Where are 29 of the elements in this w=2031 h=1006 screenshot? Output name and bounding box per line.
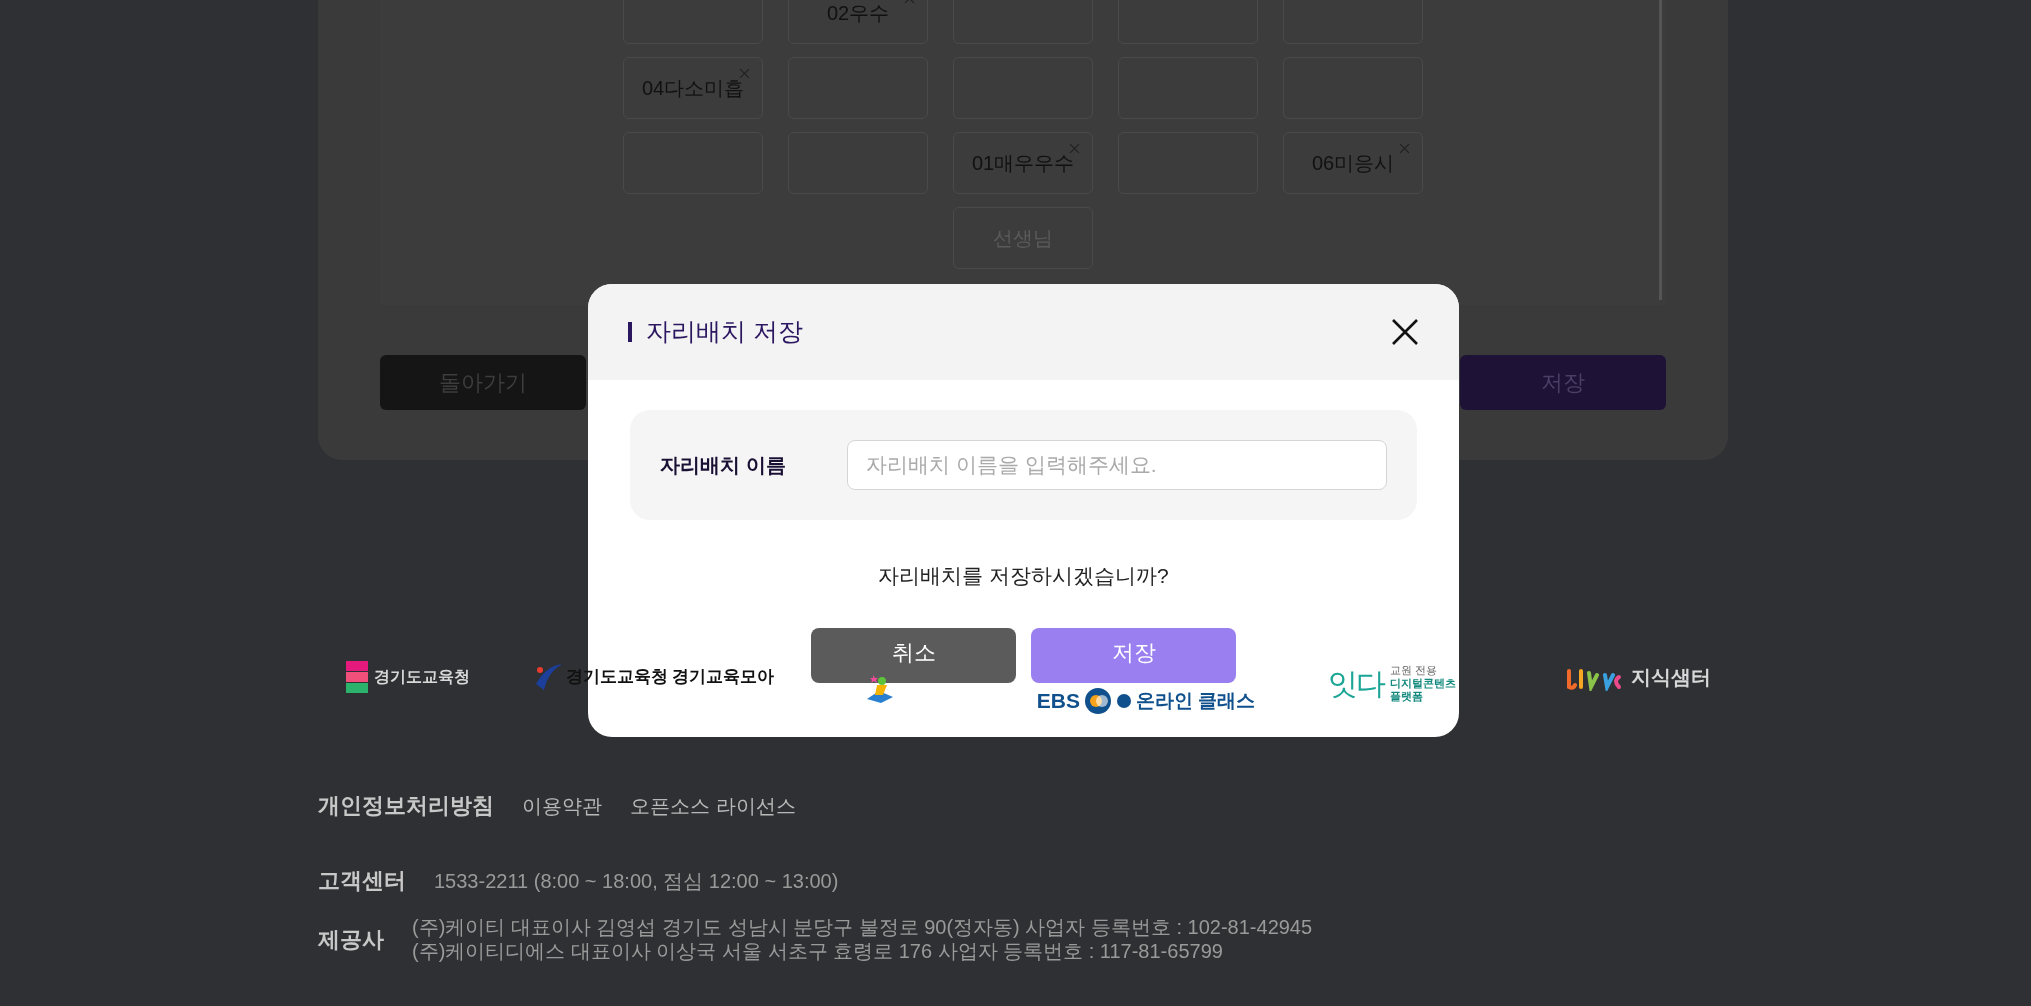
logo-text: 플랫폼 bbox=[1390, 690, 1424, 704]
confirm-button[interactable]: 저장 bbox=[1031, 627, 1236, 683]
dialog-title: 자리배치 저장 bbox=[646, 316, 803, 348]
cancel-button[interactable]: 취소 bbox=[811, 627, 1016, 683]
confirm-message: 자리배치를 저장하시겠습니까? bbox=[877, 563, 1170, 589]
logo-text: 잇다 bbox=[1328, 666, 1384, 703]
remove-icon[interactable] bbox=[739, 68, 750, 79]
provider-info: (주)케이티 대표이사 김영섭 경기도 성남시 분당구 불정로 90(정자동) 사업자 등록번호 : 102-81-42945 bbox=[412, 915, 1313, 939]
footer-link[interactable]: 개인정보처리방침 bbox=[318, 789, 494, 822]
provider-info: (주)케이티디에스 대표이사 이상국 서울 서초구 효령로 176 사업자 등록번호 : 117-81-65799 bbox=[412, 939, 1224, 963]
close-button[interactable] bbox=[1391, 318, 1419, 346]
name-input[interactable]: 자리배치 이름을 입력해주세요. bbox=[847, 440, 1387, 490]
footer-link[interactable]: 오픈소스 라이선스 bbox=[630, 790, 796, 821]
support-label: 고객센터 bbox=[318, 867, 406, 895]
emblem-icon bbox=[346, 660, 368, 693]
remove-icon[interactable] bbox=[1069, 143, 1080, 154]
logo-text: 교원 전용 bbox=[1390, 664, 1439, 678]
logo-text: EBS bbox=[1036, 688, 1080, 714]
support-hours: 1533-2211 (8:00 ~ 18:00, 점심 12:00 ~ 13:00) bbox=[434, 868, 839, 894]
logo-text: 온라인 클래스 bbox=[1135, 688, 1256, 713]
remove-icon[interactable] bbox=[1399, 143, 1410, 154]
footer-link[interactable]: 이용약관 bbox=[522, 790, 602, 821]
field-label: 자리배치 이름 bbox=[660, 453, 787, 478]
logo-text: 디지털콘텐츠 bbox=[1390, 677, 1456, 691]
swoosh-icon bbox=[533, 661, 564, 692]
provider-label: 제공사 bbox=[318, 925, 384, 954]
logo-text: 경기도교육청 bbox=[374, 666, 470, 687]
logo-text: 지식샘터 bbox=[1631, 664, 1711, 690]
title-bar-mark bbox=[628, 322, 632, 342]
